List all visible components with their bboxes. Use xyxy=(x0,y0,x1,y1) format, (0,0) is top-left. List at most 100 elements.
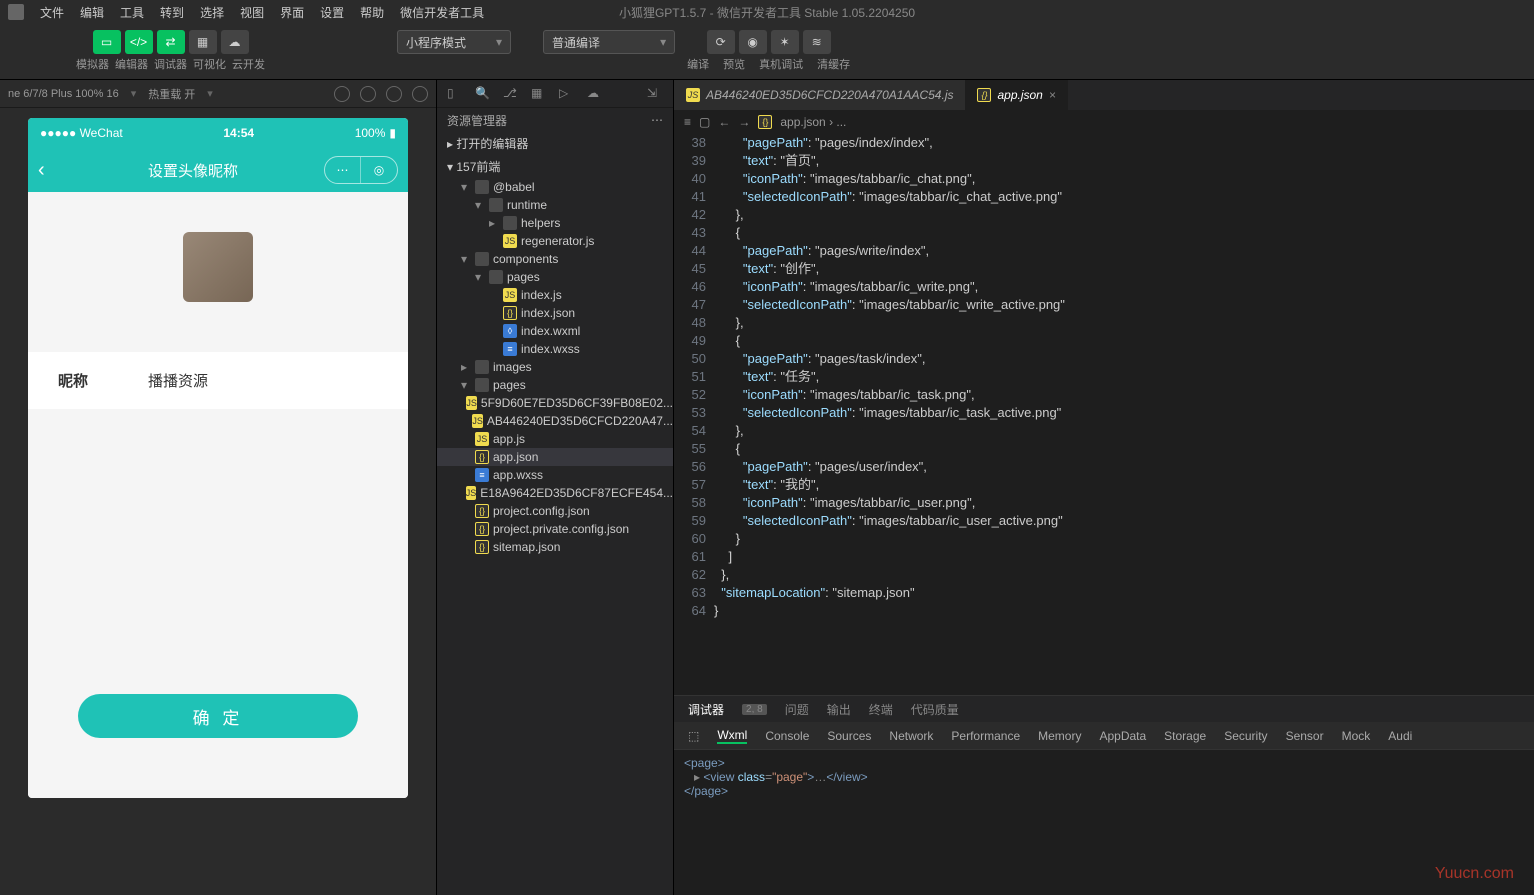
capsule-close[interactable]: ◎ xyxy=(361,157,397,183)
tab-audits[interactable]: Audi xyxy=(1388,729,1412,743)
menu-文件[interactable]: 文件 xyxy=(32,6,72,20)
menu-帮助[interactable]: 帮助 xyxy=(352,6,392,20)
nickname-value[interactable]: 播播资源 xyxy=(148,370,208,391)
status-time: 14:54 xyxy=(123,126,355,140)
menu-界面[interactable]: 界面 xyxy=(272,6,312,20)
files-icon[interactable]: ▯ xyxy=(447,86,463,102)
tree-pages[interactable]: ▾pages xyxy=(437,268,673,286)
refresh-icon[interactable] xyxy=(334,86,350,102)
tab-mock[interactable]: Mock xyxy=(1342,729,1371,743)
open-editors-section[interactable]: ▸ 打开的编辑器 xyxy=(437,132,673,155)
tab-problems[interactable]: 问题 xyxy=(785,701,809,718)
tab-codequality[interactable]: 代码质量 xyxy=(911,701,959,718)
menu-选择[interactable]: 选择 xyxy=(192,6,232,20)
explorer-panel: ▯ 🔍 ⎇ ▦ ▷ ☁ ⇲ 资源管理器 ⋯ ▸ 打开的编辑器 ▾ 157前端 ▾… xyxy=(436,80,674,895)
tree-index.js[interactable]: JSindex.js xyxy=(437,286,673,304)
nav-back-icon[interactable]: ← xyxy=(718,115,730,129)
clear-cache-button[interactable]: ≋ xyxy=(803,30,831,54)
debugger-toggle[interactable]: ⇄ xyxy=(157,30,185,54)
tab-wxml[interactable]: Wxml xyxy=(717,728,747,744)
capsule-menu[interactable]: ⋯ xyxy=(325,157,361,183)
toggle-icon[interactable]: ≡ xyxy=(684,115,691,129)
tab-security[interactable]: Security xyxy=(1224,729,1267,743)
close-tab-icon[interactable]: × xyxy=(1049,88,1056,102)
compile-button[interactable]: ⟳ xyxy=(707,30,735,54)
ext-icon[interactable]: ▦ xyxy=(531,86,547,102)
explorer-more[interactable]: ⋯ xyxy=(651,113,663,127)
bookmark-icon[interactable]: ▢ xyxy=(699,115,710,129)
confirm-button[interactable]: 确 定 xyxy=(78,694,358,738)
devtools-panel: 调试器 2, 8 问题 输出 终端 代码质量 ⬚ Wxml Console So… xyxy=(674,695,1534,895)
tree-app.js[interactable]: JSapp.js xyxy=(437,430,673,448)
tree-5F9D60E7ED35D6CF39FB08E02...[interactable]: JS5F9D60E7ED35D6CF39FB08E02... xyxy=(437,394,673,412)
tree-helpers[interactable]: ▸helpers xyxy=(437,214,673,232)
git-icon[interactable]: ⎇ xyxy=(503,86,519,102)
tree-runtime[interactable]: ▾runtime xyxy=(437,196,673,214)
tree-index.wxml[interactable]: ◊index.wxml xyxy=(437,322,673,340)
tree-project.config.json[interactable]: {}project.config.json xyxy=(437,502,673,520)
menu-编辑[interactable]: 编辑 xyxy=(72,6,112,20)
more-icon[interactable]: ⇲ xyxy=(647,86,663,102)
avatar-image[interactable] xyxy=(183,232,253,302)
tree-pages[interactable]: ▾pages xyxy=(437,376,673,394)
tree-AB446240ED35D6CFCD220A47...[interactable]: JSAB446240ED35D6CFCD220A47... xyxy=(437,412,673,430)
tab-network[interactable]: Network xyxy=(889,729,933,743)
tab-sensor[interactable]: Sensor xyxy=(1286,729,1324,743)
device-select[interactable]: ne 6/7/8 Plus 100% 16 xyxy=(8,88,119,100)
menu-转到[interactable]: 转到 xyxy=(152,6,192,20)
menu-微信开发者工具[interactable]: 微信开发者工具 xyxy=(392,6,492,20)
debug-icon[interactable]: ▷ xyxy=(559,86,575,102)
nav-fwd-icon[interactable]: → xyxy=(738,115,750,129)
tree-app.json[interactable]: {}app.json xyxy=(437,448,673,466)
tab-debugger[interactable]: 调试器 xyxy=(688,701,724,718)
tree-regenerator.js[interactable]: JSregenerator.js xyxy=(437,232,673,250)
remote-debug-button[interactable]: ✶ xyxy=(771,30,799,54)
device-icon[interactable] xyxy=(386,86,402,102)
editor-tab-appjson[interactable]: {} app.json × xyxy=(965,80,1067,110)
popout-icon[interactable] xyxy=(412,86,428,102)
code-editor[interactable]: "pagePath": "pages/index/index", "text":… xyxy=(714,134,1534,695)
tab-storage[interactable]: Storage xyxy=(1164,729,1206,743)
wxml-tree[interactable]: <page> ▸ <view class="page">…</view> </p… xyxy=(674,750,1534,895)
hotreload-label[interactable]: 热重载 开 xyxy=(148,86,195,102)
breadcrumb[interactable]: app.json › ... xyxy=(780,115,846,129)
cloud-toggle[interactable]: ☁ xyxy=(221,30,249,54)
tab-console[interactable]: Console xyxy=(765,729,809,743)
tab-memory[interactable]: Memory xyxy=(1038,729,1081,743)
tab-performance[interactable]: Performance xyxy=(951,729,1020,743)
editor-tab-js[interactable]: JS AB446240ED35D6CFCD220A470A1AAC54.js xyxy=(674,80,965,110)
project-root[interactable]: ▾ 157前端 xyxy=(437,155,673,178)
menu-设置[interactable]: 设置 xyxy=(312,6,352,20)
compile-select[interactable]: 普通编译▾ xyxy=(543,30,675,54)
window-title: 小狐狸GPT1.5.7 - 微信开发者工具 Stable 1.05.220425… xyxy=(619,4,915,21)
status-carrier: ●●●●● WeChat xyxy=(40,126,123,140)
menu-bar: 文件编辑工具转到选择视图界面设置帮助微信开发者工具 小狐狸GPT1.5.7 - … xyxy=(0,0,1534,24)
tab-output[interactable]: 输出 xyxy=(827,701,851,718)
search-icon[interactable]: 🔍 xyxy=(475,86,491,102)
explorer-title: 资源管理器 xyxy=(447,112,507,129)
visualize-toggle[interactable]: ▦ xyxy=(189,30,217,54)
tree-index.wxss[interactable]: ≡index.wxss xyxy=(437,340,673,358)
tree-sitemap.json[interactable]: {}sitemap.json xyxy=(437,538,673,556)
back-button[interactable]: ‹ xyxy=(38,159,62,182)
tab-terminal[interactable]: 终端 xyxy=(869,701,893,718)
tree-index.json[interactable]: {}index.json xyxy=(437,304,673,322)
toolbar: ▭ </> ⇄ ▦ ☁ 模拟器 编辑器 调试器 可视化 云开发 小程序模式▾ 普… xyxy=(0,24,1534,80)
tree-E18A9642ED35D6CF87ECFE454...[interactable]: JSE18A9642ED35D6CF87ECFE454... xyxy=(437,484,673,502)
mode-select[interactable]: 小程序模式▾ xyxy=(397,30,511,54)
tree-@babel[interactable]: ▾@babel xyxy=(437,178,673,196)
inspect-icon[interactable]: ⬚ xyxy=(688,729,699,743)
tree-project.private.config.json[interactable]: {}project.private.config.json xyxy=(437,520,673,538)
menu-工具[interactable]: 工具 xyxy=(112,6,152,20)
editor-toggle[interactable]: </> xyxy=(125,30,153,54)
preview-button[interactable]: ◉ xyxy=(739,30,767,54)
tree-app.wxss[interactable]: ≡app.wxss xyxy=(437,466,673,484)
tree-images[interactable]: ▸images xyxy=(437,358,673,376)
tab-appdata[interactable]: AppData xyxy=(1099,729,1146,743)
cloud-icon[interactable]: ☁ xyxy=(587,86,603,102)
menu-视图[interactable]: 视图 xyxy=(232,6,272,20)
tree-components[interactable]: ▾components xyxy=(437,250,673,268)
record-icon[interactable] xyxy=(360,86,376,102)
simulator-toggle[interactable]: ▭ xyxy=(93,30,121,54)
tab-sources[interactable]: Sources xyxy=(827,729,871,743)
